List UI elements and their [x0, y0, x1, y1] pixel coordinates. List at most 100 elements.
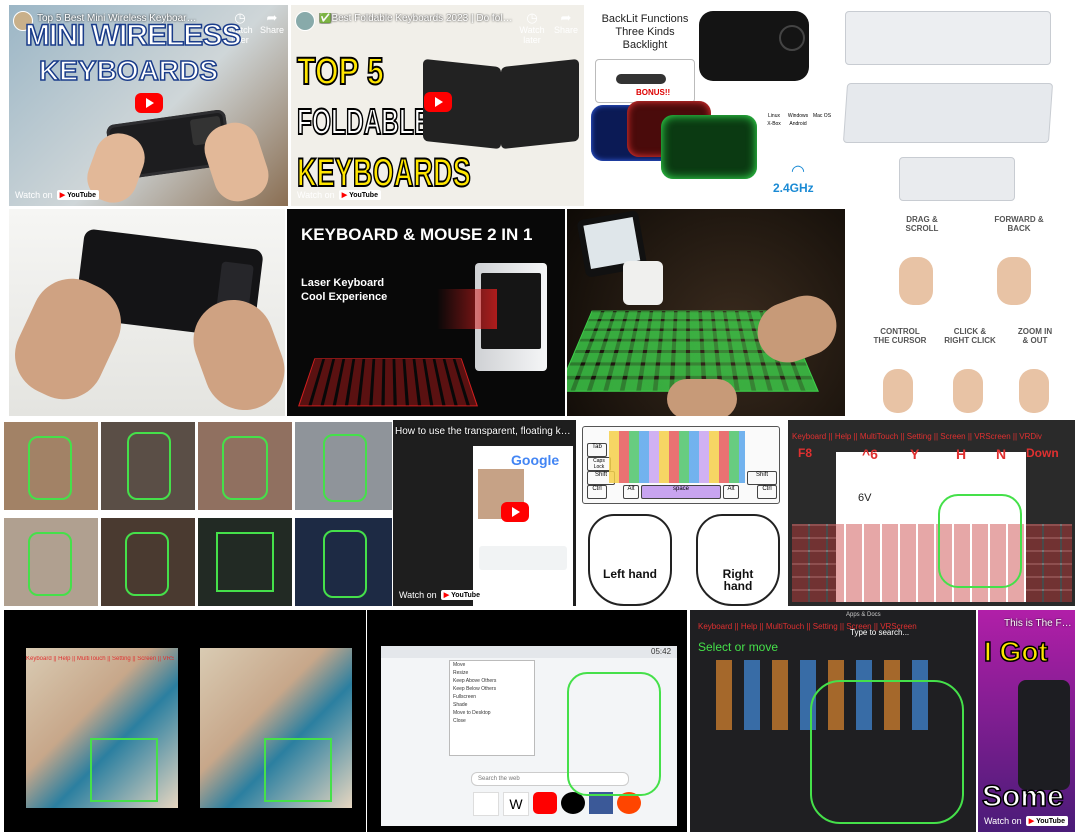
video-title[interactable]: ✅Best Foldable Keyboards 2023 | Do foldi… — [319, 13, 514, 24]
keyboard-folded-view — [899, 157, 1015, 201]
overlay-key-f8[interactable]: F8 — [798, 446, 812, 460]
video-this-is-the-future[interactable]: This is The Future I Got Some Watch onYo… — [978, 610, 1075, 832]
play-button[interactable] — [501, 502, 529, 522]
video-title[interactable]: This is The Future — [1004, 618, 1074, 629]
watch-on-youtube-link[interactable]: Watch onYouTube — [297, 190, 381, 200]
menu-item-resize[interactable]: Resize — [450, 669, 534, 677]
menu-item-close[interactable]: Close — [450, 717, 534, 725]
overlay-key-n[interactable]: N — [996, 446, 1006, 462]
hand-skeleton-overlay — [938, 494, 1022, 588]
video-mini-wireless-keyboards[interactable]: Top 5 Best Mini Wireless Keyboards ◷ Watc… — [9, 5, 288, 206]
youtube-logo: YouTube — [56, 190, 99, 200]
image-desktop-context-menu[interactable]: 05:42 Move Resize Keep Above Others Keep… — [367, 610, 687, 832]
video-foldable-keyboards[interactable]: ✅Best Foldable Keyboards 2023 | Do foldi… — [291, 5, 584, 206]
menu-item-keep-above[interactable]: Keep Above Others — [450, 677, 534, 685]
image-touch-typing-chart[interactable]: Tab Caps Lock Shift Shift Ctrl Alt space… — [578, 420, 786, 606]
laser-projector-device — [623, 261, 663, 305]
hand-click — [953, 369, 983, 413]
menu-item-keep-below[interactable]: Keep Below Others — [450, 685, 534, 693]
hand-photo-1 — [4, 422, 98, 510]
overlay-menu-bar[interactable]: Keyboard || Help || MultiTouch || Settin… — [698, 622, 976, 631]
shortcut-store-google[interactable] — [473, 792, 499, 816]
overlay-keyboard-grid[interactable] — [792, 524, 1072, 602]
watch-on-youtube-link[interactable]: Watch onYouTube — [15, 190, 99, 200]
image-hand-landmarks-grid[interactable] — [4, 420, 392, 606]
vr-left-eye — [26, 648, 178, 808]
top-bar — [381, 646, 677, 658]
youtube-logo: YouTube — [1025, 816, 1068, 826]
google-logo: Google — [511, 452, 560, 468]
image-virtual-keyboard-overlay[interactable]: Keyboard || Help || MultiTouch || Settin… — [788, 420, 1075, 606]
projected-keyboard-red — [298, 358, 478, 407]
os-compat-icons: Linux Windows Mac OS X-Box Android — [763, 113, 833, 127]
shortcut-youtube[interactable] — [533, 792, 557, 814]
image-vr-dual-screen[interactable] — [4, 610, 366, 832]
frequency-label: 2.4GHz — [773, 181, 814, 195]
menu-item-fullscreen[interactable]: Fullscreen — [450, 693, 534, 701]
play-button[interactable] — [424, 92, 452, 112]
headline: KEYBOARD & MOUSE 2 IN 1 — [301, 225, 533, 244]
launcher-title: Apps & Docs — [846, 612, 881, 618]
video-gboard-floating-keyboard[interactable]: How to use the transparent, floating key… — [393, 420, 576, 606]
document-text: 6V — [858, 492, 872, 504]
left-hand-outline: Left hand — [588, 514, 672, 606]
gesture-drag-scroll-label: DRAG & SCROLL — [905, 215, 939, 233]
gadget-image — [1018, 680, 1070, 790]
share-button[interactable]: ➦ Share — [549, 11, 583, 36]
hand-left — [667, 379, 737, 416]
search-placeholder: Search the web — [478, 776, 520, 782]
menu-item-shade[interactable]: Shade — [450, 701, 534, 709]
menu-item-move[interactable]: Move — [450, 661, 534, 669]
hand-photo-4 — [295, 422, 392, 510]
heading-backlit: BackLit Functions Three Kinds Backlight — [601, 13, 689, 51]
image-backlit-mini-keyboard[interactable]: BackLit Functions Three Kinds Backlight … — [587, 5, 836, 206]
overlay-menu-bar[interactable]: Keyboard || Help || MultiTouch || Settin… — [792, 432, 1072, 441]
clock: 05:42 — [651, 647, 672, 656]
desktop-window: 05:42 Move Resize Keep Above Others Keep… — [381, 646, 677, 826]
left-hand-label: Left hand — [603, 567, 657, 581]
headline-top5: TOP 5 — [296, 50, 384, 94]
play-button[interactable] — [135, 93, 163, 113]
menu-item-move-desktop[interactable]: Move to Desktop — [450, 709, 534, 717]
gesture-click-label: CLICK & RIGHT CLICK — [944, 327, 996, 345]
image-laser-keyboard-mouse[interactable]: KEYBOARD & MOUSE 2 IN 1 Laser Keyboard C… — [287, 209, 565, 416]
shortcut-tiles: W — [473, 792, 643, 822]
headline-some: Some — [981, 779, 1064, 814]
vr-menu-bar[interactable]: Keyboard || Help || MultiTouch || Settin… — [26, 656, 174, 662]
context-menu[interactable]: Move Resize Keep Above Others Keep Below… — [449, 660, 535, 756]
hand-skeleton-right — [264, 738, 332, 802]
channel-avatar[interactable] — [295, 11, 315, 31]
hand-forward-back — [997, 257, 1031, 305]
shortcut-wikipedia[interactable]: W — [503, 792, 529, 816]
dpad-icon — [779, 25, 805, 51]
hand-photo-6 — [101, 518, 195, 606]
image-app-launcher-hand[interactable]: Apps & Docs Type to search... Keyboard |… — [690, 610, 976, 832]
usb-dongle-box: BONUS!! — [595, 59, 695, 103]
hand-photo-5 — [4, 518, 98, 606]
video-title[interactable]: How to use the transparent, floating key… — [395, 426, 573, 437]
usb-cable-icon — [616, 74, 666, 84]
watch-on-youtube-link[interactable]: Watch onYouTube — [399, 590, 483, 600]
image-green-laser-keyboard[interactable] — [567, 209, 845, 416]
key-alt-right: Alt — [723, 485, 739, 499]
gesture-forward-back-label: FORWARD & BACK — [994, 215, 1044, 233]
image-foldable-touchpad-gestures[interactable]: DRAG & SCROLL FORWARD & BACK CONTROL THE… — [839, 5, 1075, 416]
overlay-key-down[interactable]: Down — [1026, 446, 1059, 460]
overlay-key-y[interactable]: Y — [910, 446, 919, 462]
overlay-key-6[interactable]: ^6 — [862, 446, 878, 462]
keyboard-green — [661, 115, 757, 179]
hand-zoom — [1019, 369, 1049, 413]
share-button[interactable]: ➦ Share — [255, 11, 288, 36]
watch-later-button[interactable]: ◷ Watch later — [515, 11, 549, 46]
vr-right-eye — [200, 648, 352, 808]
youtube-logo: YouTube — [338, 190, 381, 200]
hand-photo-8 — [295, 518, 392, 606]
gesture-control-cursor-label: CONTROL THE CURSOR — [873, 327, 927, 345]
watch-on-youtube-link[interactable]: Watch onYouTube — [984, 816, 1068, 826]
overlay-key-h[interactable]: H — [956, 446, 966, 462]
keyboard-top-view — [845, 11, 1051, 65]
image-handheld-mini-keyboard[interactable] — [9, 209, 285, 416]
key-shift-right: Shift — [747, 471, 777, 485]
linux-label: Linux — [768, 113, 780, 119]
keyboard-black — [699, 11, 809, 81]
